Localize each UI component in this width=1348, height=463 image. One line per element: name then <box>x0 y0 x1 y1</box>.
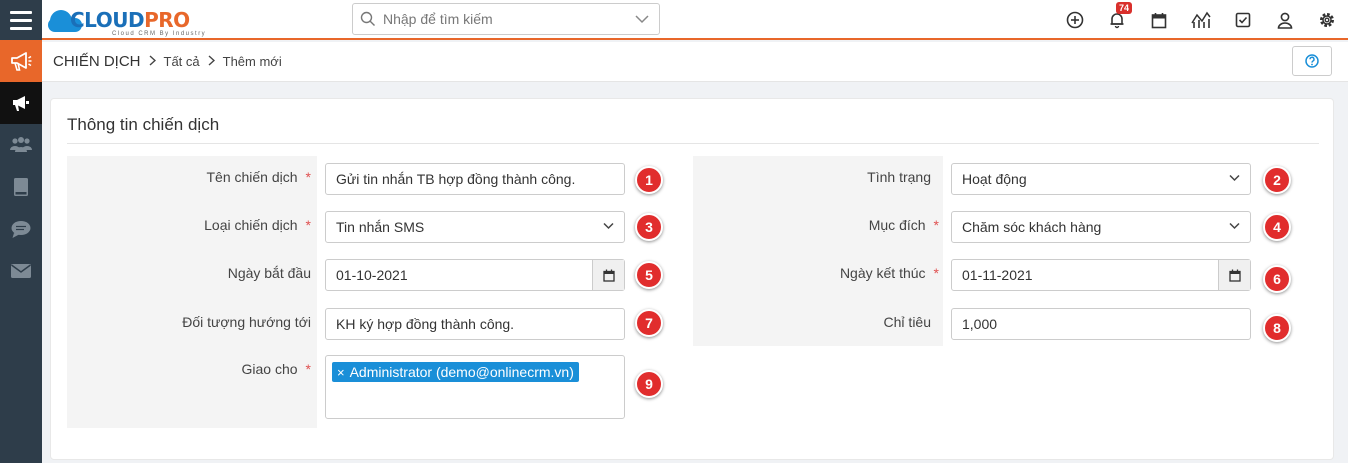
marker-7: 7 <box>635 309 663 337</box>
logo-cloud-text: CLOUD <box>70 8 145 32</box>
chevron-down-icon <box>603 222 614 230</box>
marker-9: 9 <box>635 370 663 398</box>
logo-tagline: Cloud CRM By Industry <box>112 31 207 37</box>
target-input[interactable]: KH ký hợp đồng thành công. <box>325 308 625 340</box>
breadcrumb-module[interactable]: CHIẾN DỊCH <box>53 53 141 70</box>
user-icon[interactable] <box>1264 0 1306 40</box>
close-icon[interactable]: × <box>337 365 345 380</box>
campaign-type-value: Tin nhắn SMS <box>336 219 425 235</box>
chevron-right-icon <box>208 54 215 69</box>
purpose-value: Chăm sóc khách hàng <box>962 219 1102 235</box>
marker-8: 8 <box>1263 314 1291 342</box>
mail-icon <box>11 264 31 278</box>
hamburger-icon <box>10 18 32 22</box>
target-label: Đối tượng hướng tới <box>182 314 311 330</box>
quota-value: 1,000 <box>962 316 998 332</box>
global-search[interactable] <box>352 3 660 35</box>
purpose-select[interactable]: Chăm sóc khách hàng <box>951 211 1251 243</box>
start-date-label: Ngày bắt đầu <box>227 265 311 281</box>
marker-5: 5 <box>635 261 663 289</box>
chat-icon <box>11 221 31 238</box>
left-label-column <box>67 156 317 428</box>
end-date-value: 01-11-2021 <box>962 267 1033 283</box>
sidebar-item-mail[interactable] <box>0 250 42 292</box>
notifications-button[interactable]: 74 <box>1096 0 1138 40</box>
megaphone-icon <box>11 52 32 71</box>
campaign-type-select[interactable]: Tin nhắn SMS <box>325 211 625 243</box>
logo-pro-text: PRO <box>144 8 190 32</box>
start-date-value: 01-10-2021 <box>336 267 408 283</box>
chevron-down-icon <box>1229 174 1240 182</box>
top-bar: CLOUDPRO Cloud CRM By Industry 74 <box>0 0 1348 40</box>
marker-1: 1 <box>635 166 663 194</box>
marker-6: 6 <box>1263 265 1291 293</box>
status-value: Hoạt động <box>962 171 1027 187</box>
gear-icon[interactable] <box>1306 0 1348 40</box>
logo-text: CLOUDPRO <box>70 10 190 30</box>
campaign-name-label: Tên chiến dịch * <box>206 169 311 185</box>
breadcrumb: CHIẾN DỊCH Tất cả Thêm mới <box>42 42 1348 82</box>
divider <box>67 143 1319 144</box>
assignee-label: Giao cho * <box>241 361 312 377</box>
campaign-name-value: Gửi tin nhắn TB hợp đồng thành công. <box>336 171 576 187</box>
quota-input[interactable]: 1,000 <box>951 308 1251 340</box>
help-icon <box>1305 54 1319 68</box>
sidebar-item-docs[interactable] <box>0 166 42 208</box>
users-icon <box>10 137 32 152</box>
end-date-label: Ngày kết thúc * <box>839 265 939 281</box>
campaign-info-panel: Thông tin chiến dịch Tên chiến dịch * Gửi… <box>50 98 1334 460</box>
calendar-icon[interactable] <box>592 260 624 290</box>
quota-label: Chỉ tiêu <box>883 314 931 330</box>
status-select[interactable]: Hoạt động <box>951 163 1251 195</box>
chart-icon[interactable] <box>1180 0 1222 40</box>
search-input[interactable] <box>383 11 625 27</box>
calendar-icon[interactable] <box>1218 260 1250 290</box>
book-icon <box>14 178 28 196</box>
search-icon <box>353 11 383 27</box>
megaphone-small-icon <box>13 96 29 111</box>
campaign-type-label: Loại chiến dịch * <box>204 217 311 233</box>
chevron-right-icon <box>149 54 156 69</box>
marker-4: 4 <box>1263 213 1291 241</box>
assignee-tag[interactable]: × Administrator (demo@onlinecrm.vn) <box>332 362 579 382</box>
notification-count-badge: 74 <box>1116 2 1133 14</box>
end-date-input[interactable]: 01-11-2021 <box>951 259 1251 291</box>
breadcrumb-current: Thêm mới <box>222 54 282 69</box>
assignee-multiselect[interactable]: × Administrator (demo@onlinecrm.vn) <box>325 355 625 419</box>
hamburger-icon <box>10 10 32 14</box>
plus-circle-icon[interactable] <box>1054 0 1096 40</box>
campaign-name-input[interactable]: Gửi tin nhắn TB hợp đồng thành công. <box>325 163 625 195</box>
logo[interactable]: CLOUDPRO Cloud CRM By Industry <box>48 4 205 37</box>
menu-toggle-button[interactable] <box>0 0 42 40</box>
marker-2: 2 <box>1263 166 1291 194</box>
top-actions: 74 <box>1054 0 1348 40</box>
help-button[interactable] <box>1292 46 1332 76</box>
start-date-input[interactable]: 01-10-2021 <box>325 259 625 291</box>
marker-3: 3 <box>635 213 663 241</box>
sidebar <box>0 40 42 463</box>
target-value: KH ký hợp đồng thành công. <box>336 316 515 332</box>
sidebar-item-users[interactable] <box>0 124 42 166</box>
panel-title: Thông tin chiến dịch <box>67 115 220 134</box>
sidebar-item-campaign-list[interactable] <box>0 82 42 124</box>
breadcrumb-all[interactable]: Tất cả <box>164 54 200 69</box>
sidebar-item-chat[interactable] <box>0 208 42 250</box>
chevron-down-icon <box>1229 222 1240 230</box>
purpose-label: Mục đích * <box>868 217 939 233</box>
status-label: Tình trạng <box>867 169 931 185</box>
hamburger-icon <box>10 26 32 30</box>
assignee-tag-label: Administrator (demo@onlinecrm.vn) <box>349 364 574 380</box>
checkbox-icon[interactable] <box>1222 0 1264 40</box>
sidebar-item-campaigns[interactable] <box>0 40 42 82</box>
chevron-down-icon[interactable] <box>625 14 659 24</box>
calendar-icon[interactable] <box>1138 0 1180 40</box>
